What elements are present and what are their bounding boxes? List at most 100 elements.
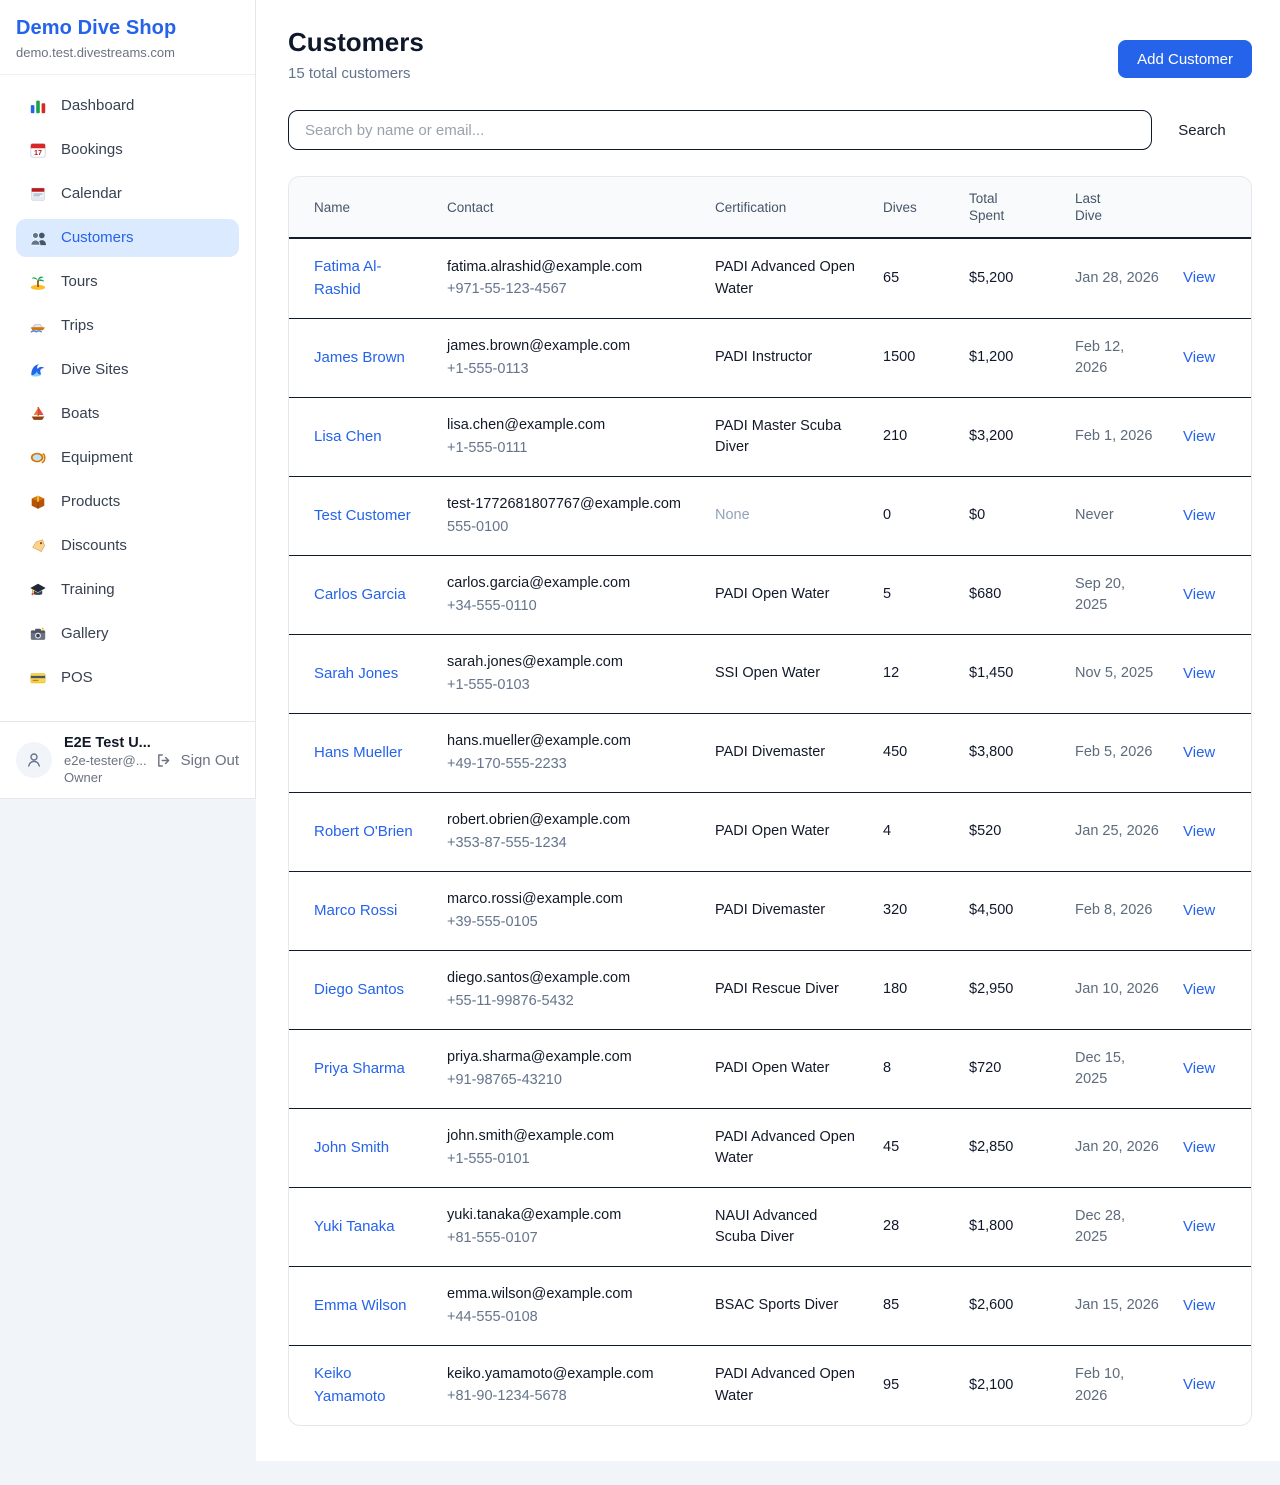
table-row: Hans Muellerhans.mueller@example.com+49-… — [289, 714, 1251, 793]
view-link[interactable]: View — [1183, 428, 1215, 445]
certification-value: BSAC Sports Diver — [715, 1297, 838, 1313]
sidebar-item-tours[interactable]: Tours — [16, 263, 239, 301]
view-link[interactable]: View — [1183, 269, 1215, 286]
customer-name-link[interactable]: Fatima Al-Rashid — [314, 258, 382, 298]
view-link[interactable]: View — [1183, 507, 1215, 524]
total-spent-value: $2,100 — [969, 1377, 1013, 1393]
customer-name-link[interactable]: James Brown — [314, 349, 405, 366]
sign-out-button[interactable]: Sign Out — [154, 750, 239, 770]
last-dive-date: Feb 12, 2026 — [1075, 339, 1124, 377]
sidebar-nav: Dashboard 17Bookings Calendar Customers Tour… — [0, 75, 255, 703]
customer-phone: +49-170-555-2233 — [447, 754, 691, 776]
sidebar-item-pos[interactable]: POS — [16, 659, 239, 697]
customer-name-link[interactable]: Sarah Jones — [314, 665, 398, 682]
sidebar-item-discounts[interactable]: Discounts — [16, 527, 239, 565]
total-spent-value: $520 — [969, 823, 1001, 839]
dashboard-icon — [28, 96, 48, 116]
discounts-icon — [28, 536, 48, 556]
sidebar-item-equipment[interactable]: Equipment — [16, 439, 239, 477]
products-icon — [28, 492, 48, 512]
last-dive-date: Never — [1075, 507, 1114, 523]
customer-email: sarah.jones@example.com — [447, 652, 691, 674]
customer-name-link[interactable]: Robert O'Brien — [314, 823, 413, 840]
dives-count: 28 — [883, 1218, 899, 1234]
view-link[interactable]: View — [1183, 349, 1215, 366]
user-info: E2E Test U... e2e-tester@... Owner — [64, 735, 142, 785]
sidebar-item-label: Dive Sites — [61, 360, 129, 380]
view-link[interactable]: View — [1183, 902, 1215, 919]
last-dive-date: Jan 25, 2026 — [1075, 823, 1159, 839]
sidebar-item-dashboard[interactable]: Dashboard — [16, 87, 239, 125]
customer-name-link[interactable]: Marco Rossi — [314, 902, 397, 919]
table-row: Emma Wilsonemma.wilson@example.com+44-55… — [289, 1267, 1251, 1346]
main-content: Customers 15 total customers Add Custome… — [256, 0, 1280, 1461]
view-link[interactable]: View — [1183, 1218, 1215, 1235]
dives-count: 65 — [883, 270, 899, 286]
view-link[interactable]: View — [1183, 744, 1215, 761]
last-dive-date: Feb 5, 2026 — [1075, 744, 1152, 760]
last-dive-date: Jan 28, 2026 — [1075, 270, 1159, 286]
table-row: James Brownjames.brown@example.com+1-555… — [289, 319, 1251, 398]
sign-out-label: Sign Out — [181, 752, 239, 769]
dives-count: 95 — [883, 1377, 899, 1393]
dive-sites-icon — [28, 360, 48, 380]
customers-icon — [28, 228, 48, 248]
column-header — [1171, 177, 1251, 238]
customer-name-link[interactable]: John Smith — [314, 1139, 389, 1156]
dives-count: 4 — [883, 823, 891, 839]
total-spent-value: $680 — [969, 586, 1001, 602]
customer-phone: +1-555-0113 — [447, 359, 691, 381]
table-row: Priya Sharmapriya.sharma@example.com+91-… — [289, 1030, 1251, 1109]
add-customer-button[interactable]: Add Customer — [1118, 40, 1252, 78]
customer-email: priya.sharma@example.com — [447, 1047, 691, 1069]
view-link[interactable]: View — [1183, 823, 1215, 840]
customer-name-link[interactable]: Emma Wilson — [314, 1297, 407, 1314]
search-input[interactable] — [288, 110, 1152, 150]
sidebar-item-label: Boats — [61, 404, 99, 424]
total-spent-value: $1,200 — [969, 349, 1013, 365]
sidebar-item-gallery[interactable]: Gallery — [16, 615, 239, 653]
search-button[interactable]: Search — [1152, 121, 1252, 140]
sidebar-item-dive-sites[interactable]: Dive Sites — [16, 351, 239, 389]
total-spent-value: $2,950 — [969, 981, 1013, 997]
customer-name-link[interactable]: Priya Sharma — [314, 1060, 405, 1077]
sidebar-item-trips[interactable]: Trips — [16, 307, 239, 345]
sidebar-item-products[interactable]: Products — [16, 483, 239, 521]
total-spent-value: $0 — [969, 507, 985, 523]
total-spent-value: $1,450 — [969, 665, 1013, 681]
sidebar-item-calendar[interactable]: Calendar — [16, 175, 239, 213]
sidebar-item-label: Tours — [61, 272, 98, 292]
sidebar-item-customers[interactable]: Customers — [16, 219, 239, 257]
sidebar: Demo Dive Shop demo.test.divestreams.com… — [0, 0, 256, 799]
customer-name-link[interactable]: Keiko Yamamoto — [314, 1365, 385, 1405]
certification-value: PADI Advanced Open Water — [715, 1129, 855, 1167]
sidebar-item-label: Customers — [61, 228, 134, 248]
customer-name-link[interactable]: Test Customer — [314, 507, 411, 524]
sidebar-item-boats[interactable]: Boats — [16, 395, 239, 433]
view-link[interactable]: View — [1183, 1060, 1215, 1077]
customer-phone: +81-555-0107 — [447, 1228, 691, 1250]
view-link[interactable]: View — [1183, 1376, 1215, 1393]
view-link[interactable]: View — [1183, 1139, 1215, 1156]
view-link[interactable]: View — [1183, 981, 1215, 998]
customer-name-link[interactable]: Carlos Garcia — [314, 586, 406, 603]
customer-email: keiko.yamamoto@example.com — [447, 1364, 691, 1386]
customers-table: NameContactCertificationDivesTotal Spent… — [289, 177, 1251, 1425]
view-link[interactable]: View — [1183, 586, 1215, 603]
customer-email: test-1772681807767@example.com — [447, 494, 691, 516]
customer-name-link[interactable]: Hans Mueller — [314, 744, 402, 761]
total-spent-value: $5,200 — [969, 270, 1013, 286]
table-row: Diego Santosdiego.santos@example.com+55-… — [289, 951, 1251, 1030]
view-link[interactable]: View — [1183, 1297, 1215, 1314]
sidebar-item-bookings[interactable]: 17Bookings — [16, 131, 239, 169]
column-header: Last Dive — [1063, 177, 1171, 238]
certification-value: PADI Open Water — [715, 823, 829, 839]
table-body: Fatima Al-Rashidfatima.alrashid@example.… — [289, 238, 1251, 1425]
customer-name-link[interactable]: Lisa Chen — [314, 428, 382, 445]
customer-name-link[interactable]: Diego Santos — [314, 981, 404, 998]
sidebar-item-training[interactable]: Training — [16, 571, 239, 609]
page-title: Customers — [288, 26, 424, 58]
view-link[interactable]: View — [1183, 665, 1215, 682]
dives-count: 210 — [883, 428, 907, 444]
customer-name-link[interactable]: Yuki Tanaka — [314, 1218, 395, 1235]
